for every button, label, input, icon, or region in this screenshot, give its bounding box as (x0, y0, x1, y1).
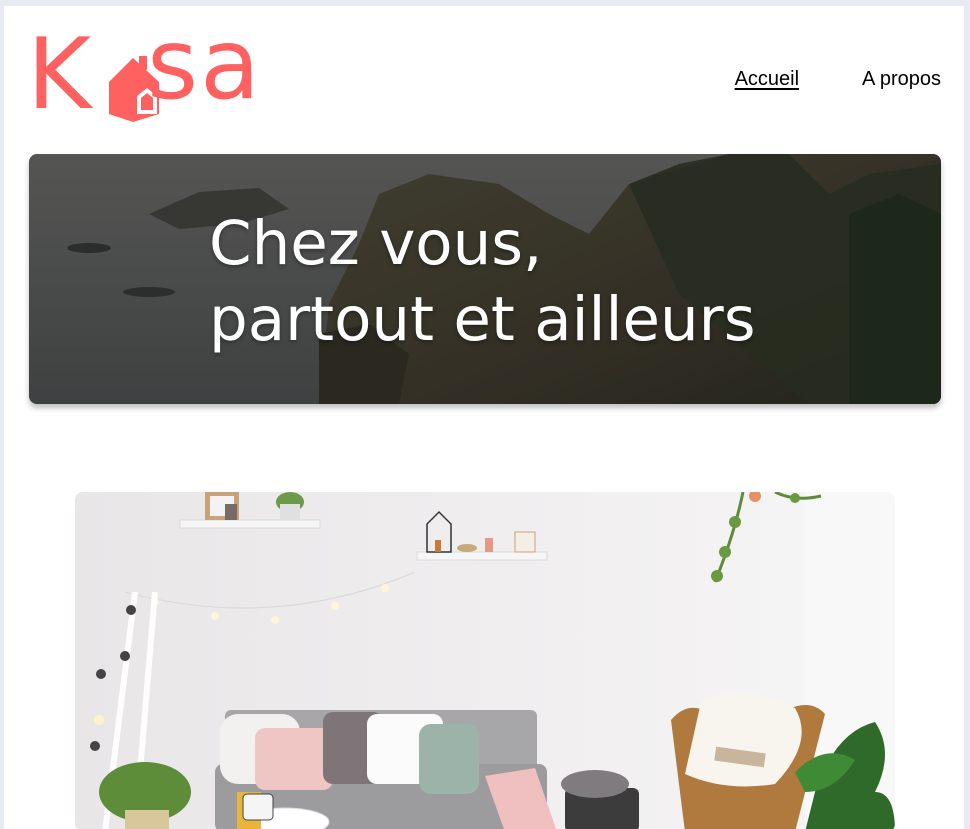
page: K sa Accueil A propos Chez vous, partout… (4, 6, 964, 829)
nav-link-accueil[interactable]: Accueil (735, 68, 799, 91)
nav-link-a-propos[interactable]: A propos (862, 68, 941, 91)
logo-letter-k: K (27, 18, 94, 132)
logo-letters-sa: sa (147, 8, 263, 122)
banner-title-line-1: Chez vous, (209, 208, 543, 279)
hero-banner: Chez vous, partout et ailleurs (29, 154, 941, 404)
kasa-logo[interactable]: K sa (27, 16, 299, 126)
banner-title: Chez vous, partout et ailleurs (209, 206, 756, 358)
living-room-photo (75, 492, 895, 829)
living-room-photo-card (75, 492, 895, 829)
main-nav: Accueil A propos (735, 68, 941, 91)
site-header: K sa Accueil A propos (4, 6, 964, 146)
banner-title-line-2: partout et ailleurs (209, 284, 756, 355)
